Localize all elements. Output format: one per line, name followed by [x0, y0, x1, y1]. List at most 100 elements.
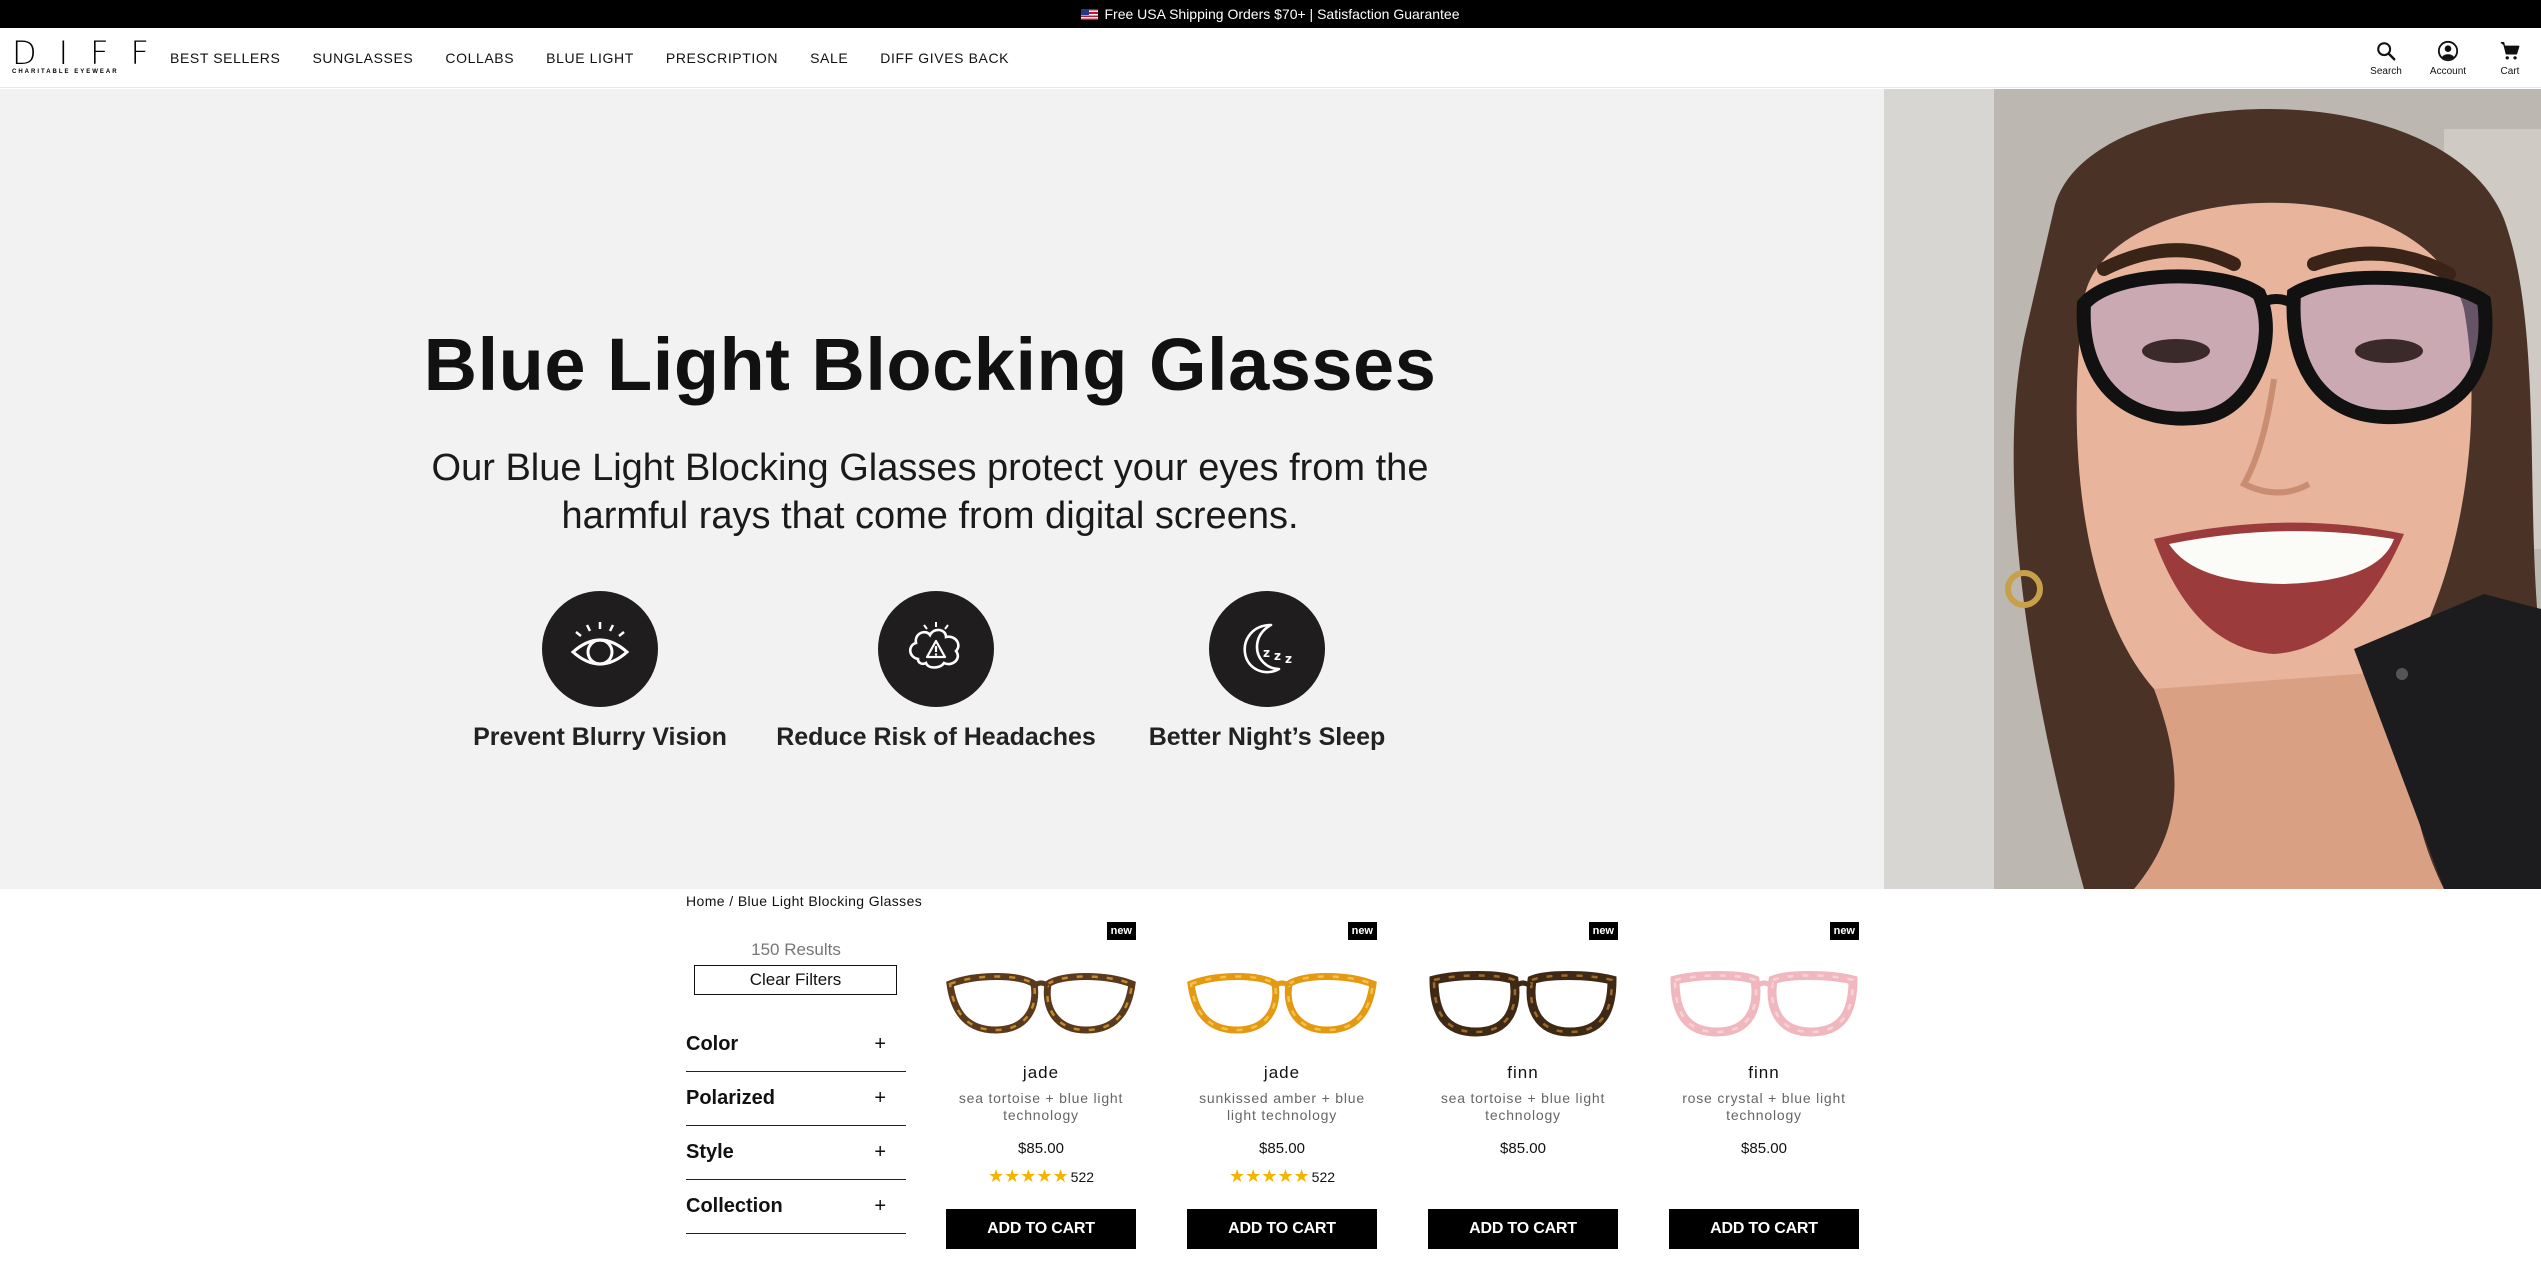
- product-card[interactable]: new jade sea tortoise + blue light techn…: [946, 922, 1136, 1252]
- search-icon: [2377, 41, 2396, 60]
- benefit-blurry-vision: Prevent Blurry Vision: [440, 591, 760, 752]
- product-name[interactable]: jade: [946, 1063, 1136, 1083]
- plus-icon: +: [874, 1087, 886, 1109]
- benefit-label: Better Night’s Sleep: [1148, 723, 1386, 751]
- promo-banner-text: Free USA Shipping Orders $70+ | Satisfac…: [1104, 6, 1460, 22]
- logo-wordmark: DIFF: [12, 34, 171, 72]
- eye-icon: [542, 591, 658, 707]
- left-lens: [1670, 971, 1761, 1037]
- moon-sleep-icon: z z z: [1209, 591, 1325, 707]
- nav-actions: Search Account Cart: [2355, 28, 2541, 88]
- glasses-image[interactable]: [1428, 970, 1618, 1042]
- review-count: 522: [1311, 1168, 1336, 1185]
- filter-polarized[interactable]: Polarized +: [686, 1072, 906, 1126]
- diff-logo[interactable]: DIFF CHARITABLE EYEWEAR: [12, 34, 171, 75]
- cart-icon: [2500, 41, 2520, 60]
- filter-label: Style: [686, 1141, 734, 1163]
- product-color: rose crystal + blue light technology: [1682, 1090, 1846, 1123]
- clear-filters-button[interactable]: Clear Filters: [694, 965, 897, 995]
- product-name[interactable]: jade: [1187, 1063, 1377, 1083]
- cart-label: Cart: [2500, 65, 2520, 77]
- filter-collection[interactable]: Collection +: [686, 1180, 906, 1234]
- product-card[interactable]: new jade sunkissed amber + blue light te…: [1187, 922, 1377, 1252]
- svg-text:z: z: [1263, 646, 1270, 660]
- promo-banner: Free USA Shipping Orders $70+ | Satisfac…: [0, 0, 2541, 28]
- nav-prescription[interactable]: PRESCRIPTION: [666, 50, 778, 66]
- product-card[interactable]: new finn rose crystal + blue light techn…: [1669, 922, 1859, 1252]
- product-price: $85.00: [1259, 1140, 1305, 1157]
- account-label: Account: [2429, 65, 2467, 77]
- search-button[interactable]: Search: [2355, 28, 2417, 88]
- right-lens: [1526, 971, 1617, 1037]
- product-name[interactable]: finn: [1428, 1063, 1618, 1083]
- svg-text:z: z: [1274, 649, 1281, 663]
- star-rating-icon: ★★★★★: [1228, 1166, 1310, 1186]
- us-flag-icon: [1081, 8, 1099, 20]
- filter-label: Color: [686, 1033, 739, 1055]
- frame-bridge: [1514, 980, 1532, 988]
- review-count: 522: [1070, 1168, 1095, 1185]
- breadcrumb[interactable]: Home / Blue Light Blocking Glasses: [686, 893, 922, 909]
- filter-color[interactable]: Color +: [686, 1018, 906, 1072]
- add-to-cart-button[interactable]: ADD TO CART: [1187, 1209, 1377, 1249]
- nav-blue-light[interactable]: BLUE LIGHT: [546, 50, 634, 66]
- benefit-label: Reduce Risk of Headaches: [776, 723, 1096, 751]
- search-label: Search: [2370, 65, 2402, 77]
- nav-sale[interactable]: SALE: [810, 50, 848, 66]
- glasses-image[interactable]: [1669, 970, 1859, 1042]
- product-color: sea tortoise + blue light technology: [1440, 1090, 1606, 1123]
- nav-sunglasses[interactable]: SUNGLASSES: [312, 50, 413, 66]
- product-card[interactable]: new finn sea tortoise + blue light techn…: [1428, 922, 1618, 1252]
- main-nav: DIFF CHARITABLE EYEWEAR BEST SELLERS SUN…: [0, 28, 2541, 88]
- frame-bridge: [1273, 980, 1291, 988]
- filter-label: Collection: [686, 1195, 783, 1217]
- right-lens: [1284, 973, 1377, 1034]
- new-badge: new: [1347, 922, 1377, 940]
- new-badge: new: [1588, 922, 1618, 940]
- brain-warning-icon: [878, 591, 994, 707]
- add-to-cart-button[interactable]: ADD TO CART: [946, 1209, 1136, 1249]
- product-color: sunkissed amber + blue light technology: [1199, 1090, 1365, 1123]
- product-price: $85.00: [1500, 1140, 1546, 1157]
- account-button[interactable]: Account: [2417, 28, 2479, 88]
- new-badge: new: [1106, 922, 1136, 940]
- product-rating[interactable]: ★★★★★ 522: [1187, 1166, 1377, 1187]
- add-to-cart-button[interactable]: ADD TO CART: [1428, 1209, 1618, 1249]
- left-lens: [1429, 971, 1520, 1037]
- new-badge: new: [1829, 922, 1859, 940]
- glasses-image[interactable]: [1187, 970, 1377, 1042]
- frame-bridge: [1755, 980, 1773, 988]
- hero-banner: Blue Light Blocking Glasses Our Blue Lig…: [0, 89, 1884, 889]
- account-icon: [2437, 40, 2459, 61]
- benefit-headaches: Reduce Risk of Headaches: [776, 591, 1096, 752]
- nav-collabs[interactable]: COLLABS: [445, 50, 514, 66]
- glasses-image[interactable]: [946, 970, 1136, 1042]
- product-price: $85.00: [1741, 1140, 1787, 1157]
- nav-best-sellers[interactable]: BEST SELLERS: [170, 50, 280, 66]
- product-rating[interactable]: ★★★★★ 522: [946, 1166, 1136, 1187]
- model-illustration: [1884, 89, 2541, 889]
- hero-title: Blue Light Blocking Glasses: [423, 323, 1437, 406]
- add-to-cart-button[interactable]: ADD TO CART: [1669, 1209, 1859, 1249]
- cart-button[interactable]: Cart: [2479, 28, 2541, 88]
- plus-icon: +: [874, 1141, 886, 1163]
- benefit-sleep: z z z Better Night’s Sleep: [1107, 591, 1427, 752]
- plus-icon: +: [874, 1033, 886, 1055]
- hero-model-photo: [1884, 89, 2541, 889]
- hero-subtitle: Our Blue Light Blocking Glasses protect …: [431, 447, 1429, 537]
- product-price: $85.00: [1018, 1140, 1064, 1157]
- star-rating-icon: ★★★★★: [987, 1166, 1069, 1186]
- benefit-label: Prevent Blurry Vision: [473, 723, 727, 751]
- results-count: 150 Results: [751, 940, 841, 959]
- svg-text:z: z: [1285, 652, 1292, 666]
- filter-label: Polarized: [686, 1087, 775, 1109]
- left-lens: [946, 973, 1039, 1034]
- product-color: sea tortoise + blue light technology: [958, 1090, 1124, 1123]
- nav-menu: BEST SELLERS SUNGLASSES COLLABS BLUE LIG…: [170, 28, 1041, 88]
- right-lens: [1043, 973, 1136, 1034]
- nav-diff-gives-back[interactable]: DIFF GIVES BACK: [880, 50, 1009, 66]
- filter-style[interactable]: Style +: [686, 1126, 906, 1180]
- plus-icon: +: [874, 1195, 886, 1217]
- frame-bridge: [1032, 980, 1050, 988]
- product-name[interactable]: finn: [1669, 1063, 1859, 1083]
